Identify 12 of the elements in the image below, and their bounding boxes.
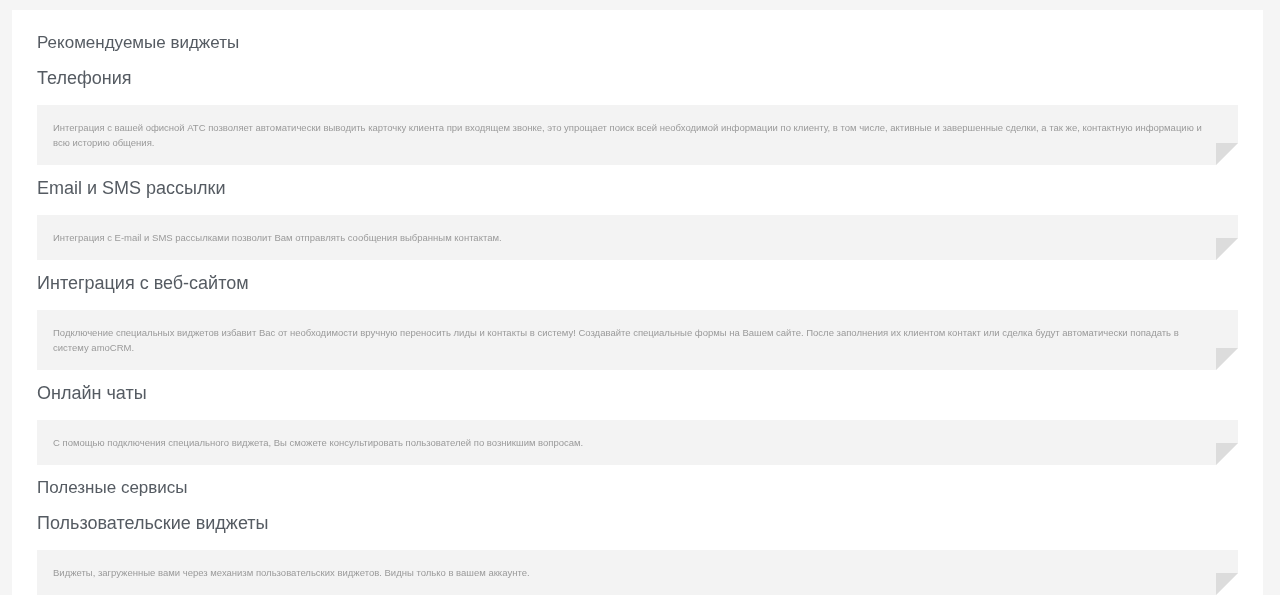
description-text: Виджеты, загруженные вами через механизм пользовательских виджетов. Видны только в вашем аккаунте. [53,566,531,580]
description-text: Интеграция с вашей офисной АТС позволяет автоматически выводить карточку клиента при входящем звонке, это упрощает поиск всей необходимой информации по клиенту, в том числе, активные и завершенные сделки, а так же, контактную информацию и всю историю общения. [53,121,1203,150]
category-heading: Интеграция с веб-сайтом [37,272,250,294]
group-heading: Рекомендуемые виджеты [37,32,241,54]
category-heading: Email и SMS рассылки [37,177,227,199]
category-heading: Пользовательские виджеты [37,512,270,534]
description-text: С помощью подключения специального виджета, Вы сможете консультировать пользователей по возникшим вопросам. [53,436,585,450]
category-heading: Онлайн чаты [37,382,148,404]
category-heading: Телефония [37,67,133,89]
description-text: Интеграция с E-mail и SMS рассылками позволит Вам отправлять сообщения выбранным контактам. [53,231,503,245]
group-heading: Полезные сервисы [37,477,189,499]
description-text: Подключение специальных виджетов избавит Вас от необходимости вручную переносить лиды и контакты в систему! Создавайте специальные формы на Вашем сайте. После заполнения их клиентом контакт или сделка будут автоматически попадать в систему amoCRM. [53,326,1180,355]
